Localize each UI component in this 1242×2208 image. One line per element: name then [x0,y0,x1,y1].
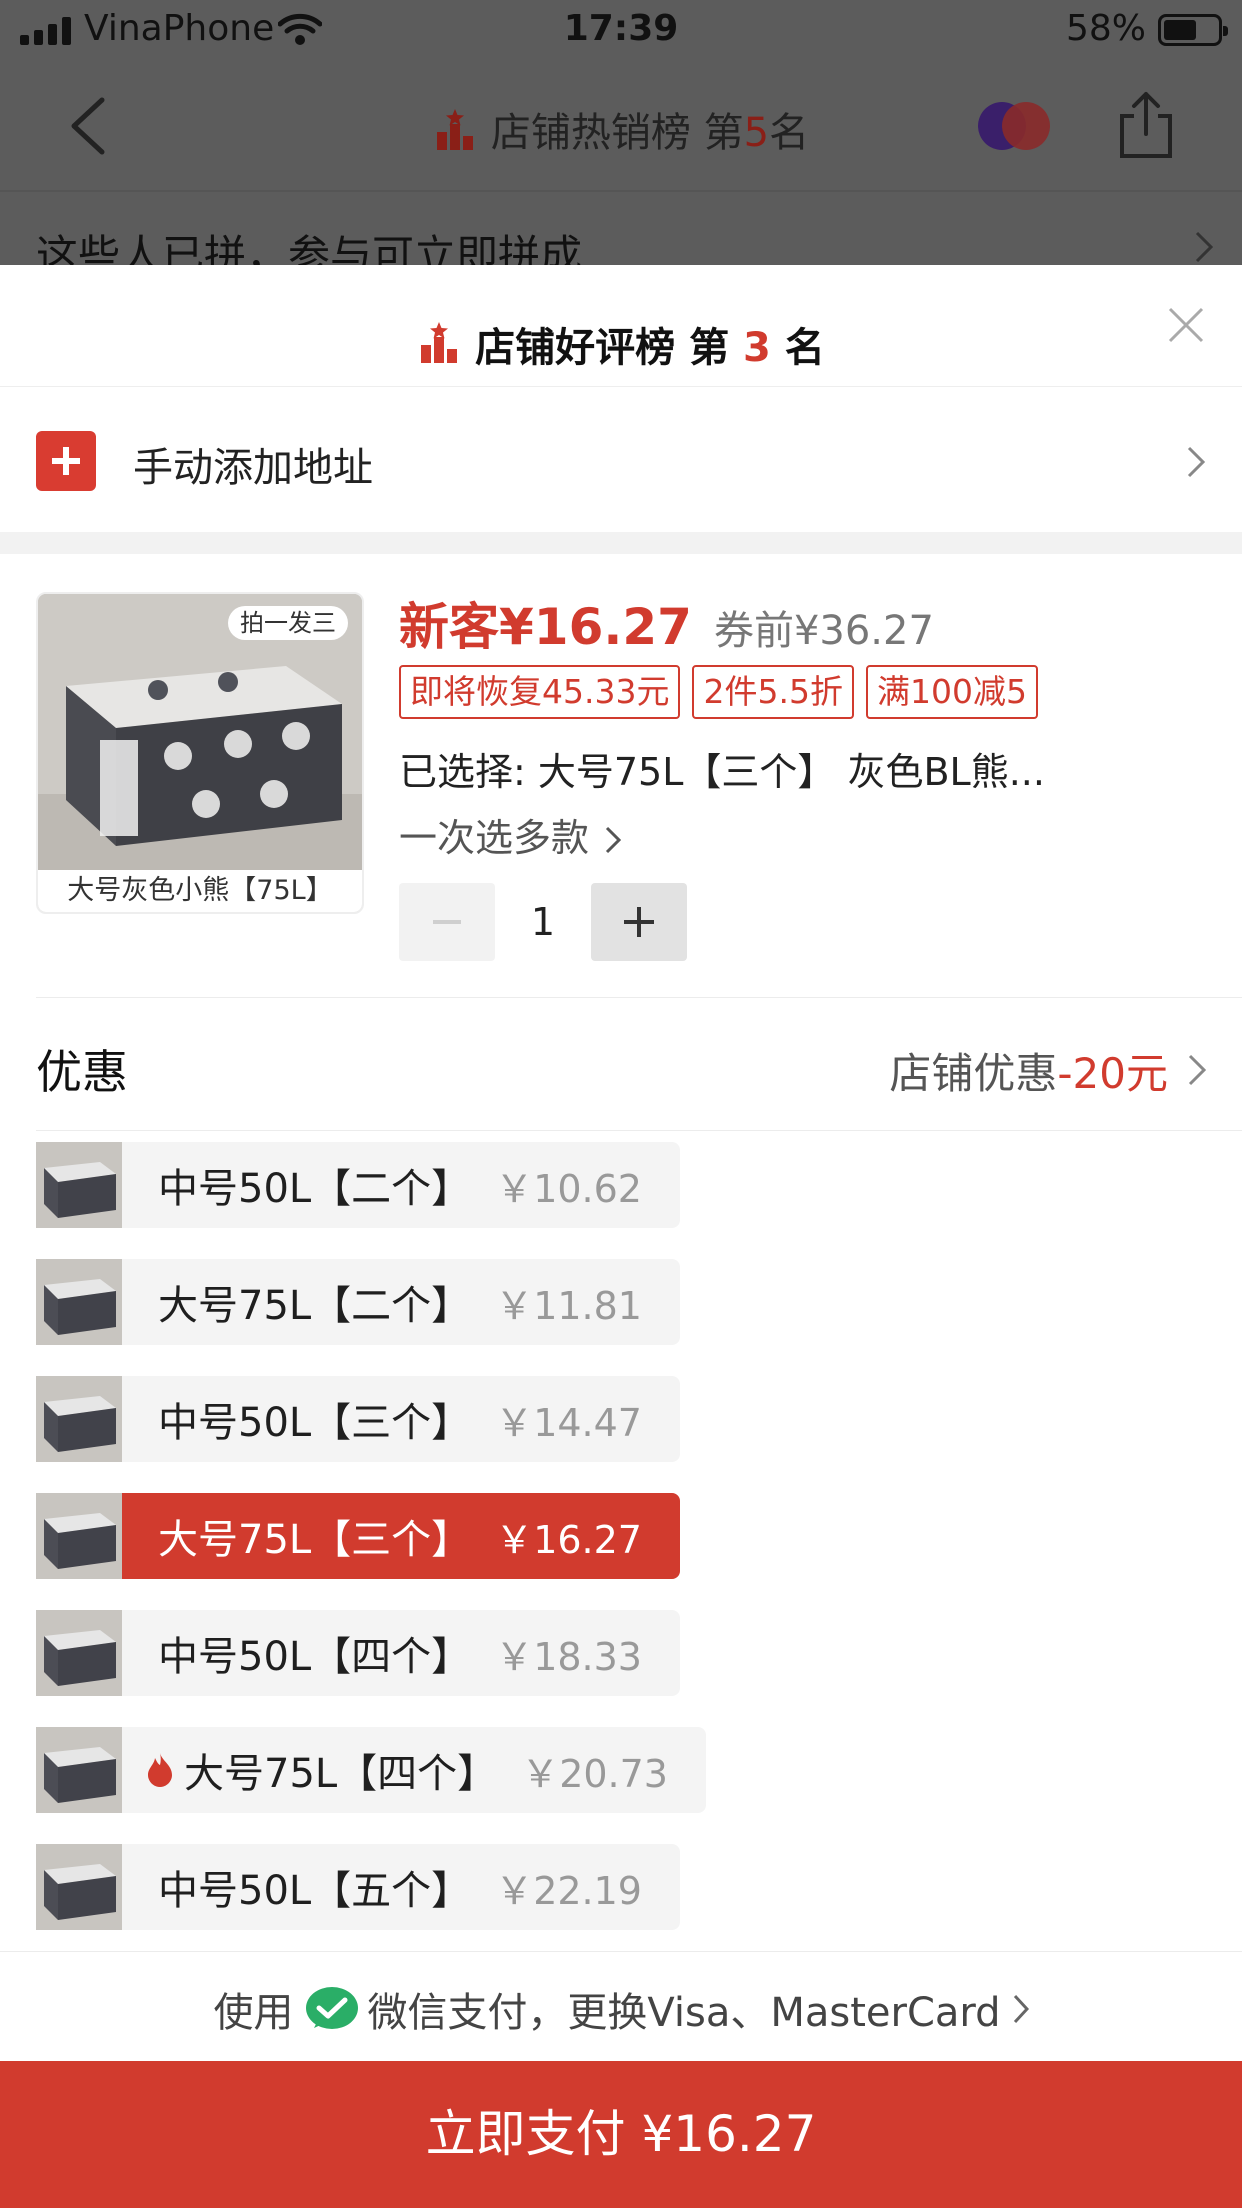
variant-thumbnail [36,1142,122,1228]
discount-value: 店铺优惠-20元 [889,1040,1168,1101]
promo-tag: 即将恢复45.33元 [399,665,681,719]
navigation-bar: 店铺热销榜 第5名 [0,62,1242,190]
variant-option[interactable]: 中号50L【五个】 ￥22.19 [36,1844,680,1930]
sheet-title: 店铺好评榜 第 3 名 [0,315,1242,373]
product-price: 新客¥16.27 券前¥36.27 [399,587,934,659]
promo-tag: 2件5.5折 [692,665,854,719]
price-before-coupon: 券前¥36.27 [713,608,934,654]
avatar-group-icon[interactable] [976,100,1052,152]
variant-thumbnail [36,1610,122,1696]
decrease-quantity-button[interactable] [399,883,495,961]
variant-thumbnail [36,1493,122,1579]
variant-price: ￥20.73 [521,1751,668,1796]
section-separator [0,532,1242,554]
chevron-right-icon [606,826,622,854]
battery-percentage: 58% [1065,8,1146,49]
join-group-banner[interactable]: 这些人已拼，参与可立即拼成 [0,190,1242,280]
variant-thumbnail [36,1376,122,1462]
variant-label: 大号75L【二个】 [158,1283,472,1329]
variant-price: ￥16.27 [495,1517,642,1562]
variant-option[interactable]: 中号50L【三个】 ￥14.47 [36,1376,680,1462]
payment-method-prefix: 使用 [213,1990,294,2036]
variant-label: 大号75L【四个】 [184,1751,498,1797]
purchase-sheet: 店铺好评榜 第 3 名 手动添加地址 拍一发三 大号灰色小熊【75L】 新客¥1… [0,265,1242,2208]
hot-flame-icon [148,1753,172,1787]
add-address-row[interactable]: 手动添加地址 [0,387,1242,532]
background-page: VinaPhone 17:39 58% 店铺热销榜 第5名 这些人已拼，参与可立… [0,0,1242,280]
sheet-header: 店铺好评榜 第 3 名 [0,265,1242,387]
pay-now-button[interactable]: 立即支付 ¥16.27 [0,2061,1242,2208]
sheet-title-prefix: 店铺好评榜 第 [475,325,730,371]
chevron-right-icon [1188,1054,1206,1086]
rank-chart-icon [436,109,473,150]
variant-option-selected[interactable]: 大号75L【三个】 ￥16.27 [36,1493,680,1579]
variant-price: ￥14.47 [495,1400,642,1445]
promo-tag: 满100减5 [865,665,1038,719]
discount-row[interactable]: 优惠 店铺优惠-20元 [0,998,1242,1130]
sheet-title-suffix: 名 [784,325,825,371]
nav-title: 店铺热销榜 第5名 [0,100,1242,158]
increase-quantity-button[interactable] [591,883,687,961]
wechat-pay-icon [306,1987,359,2029]
nav-title-rank: 5 [743,110,770,156]
divider [36,1130,1242,1131]
variant-label: 大号75L【三个】 [158,1517,472,1563]
discount-value-prefix: 店铺优惠 [889,1049,1058,1098]
variant-label: 中号50L【二个】 [158,1166,472,1212]
variant-option[interactable]: 中号50L【四个】 ￥18.33 [36,1610,680,1696]
battery-icon [1158,14,1228,46]
variant-price: ￥18.33 [495,1634,642,1679]
rank-chart-icon [421,322,458,363]
chevron-right-icon [1195,231,1214,263]
clock: 17:39 [563,8,679,49]
nav-title-suffix: 名 [769,110,810,156]
sheet-title-rank: 3 [743,325,771,371]
multi-select-link[interactable]: 一次选多款 [399,807,622,862]
add-address-label: 手动添加地址 [133,445,373,491]
bundle-badge: 拍一发三 [228,606,348,640]
nav-title-prefix: 店铺热销榜 第 [490,110,744,156]
variant-option[interactable]: 大号75L【二个】 ￥11.81 [36,1259,680,1345]
variant-price: ￥10.62 [495,1166,642,1211]
variant-thumbnail [36,1727,122,1813]
variant-thumbnail [36,1259,122,1345]
product-image[interactable]: 拍一发三 大号灰色小熊【75L】 [36,592,364,914]
variant-label: 中号50L【五个】 [158,1868,472,1914]
variant-thumbnail [36,1844,122,1930]
add-address-icon [36,431,96,491]
quantity-value[interactable]: 1 [495,883,591,961]
payment-method-row[interactable]: 使用 微信支付，更换Visa、MasterCard [0,1951,1242,2061]
variant-label: 中号50L【三个】 [158,1400,472,1446]
discount-label: 优惠 [36,1045,128,1099]
quantity-stepper: 1 [399,883,687,961]
variant-price: ￥11.81 [495,1283,642,1328]
discount-amount: -20元 [1057,1049,1168,1098]
new-customer-price: 新客¥16.27 [399,598,692,656]
product-image-caption: 大号灰色小熊【75L】 [38,870,362,912]
variant-label: 中号50L【四个】 [158,1634,472,1680]
close-icon[interactable] [1166,305,1206,345]
variant-option[interactable]: 中号50L【二个】 ￥10.62 [36,1142,680,1228]
chevron-right-icon [1013,1994,1029,2024]
share-icon[interactable] [1116,90,1176,160]
chevron-right-icon [1187,446,1206,478]
variant-price: ￥22.19 [495,1868,642,1913]
payment-method-text: 微信支付，更换Visa、MasterCard [367,1990,1001,2036]
selected-variant-text: 已选择: 大号75L【三个】 灰色BL熊... [399,750,1045,794]
status-bar: VinaPhone 17:39 58% [0,0,1242,62]
promo-tags: 即将恢复45.33元 2件5.5折 满100减5 [399,665,1038,719]
variant-option[interactable]: 大号75L【四个】 ￥20.73 [36,1727,706,1813]
multi-select-label: 一次选多款 [399,816,590,860]
